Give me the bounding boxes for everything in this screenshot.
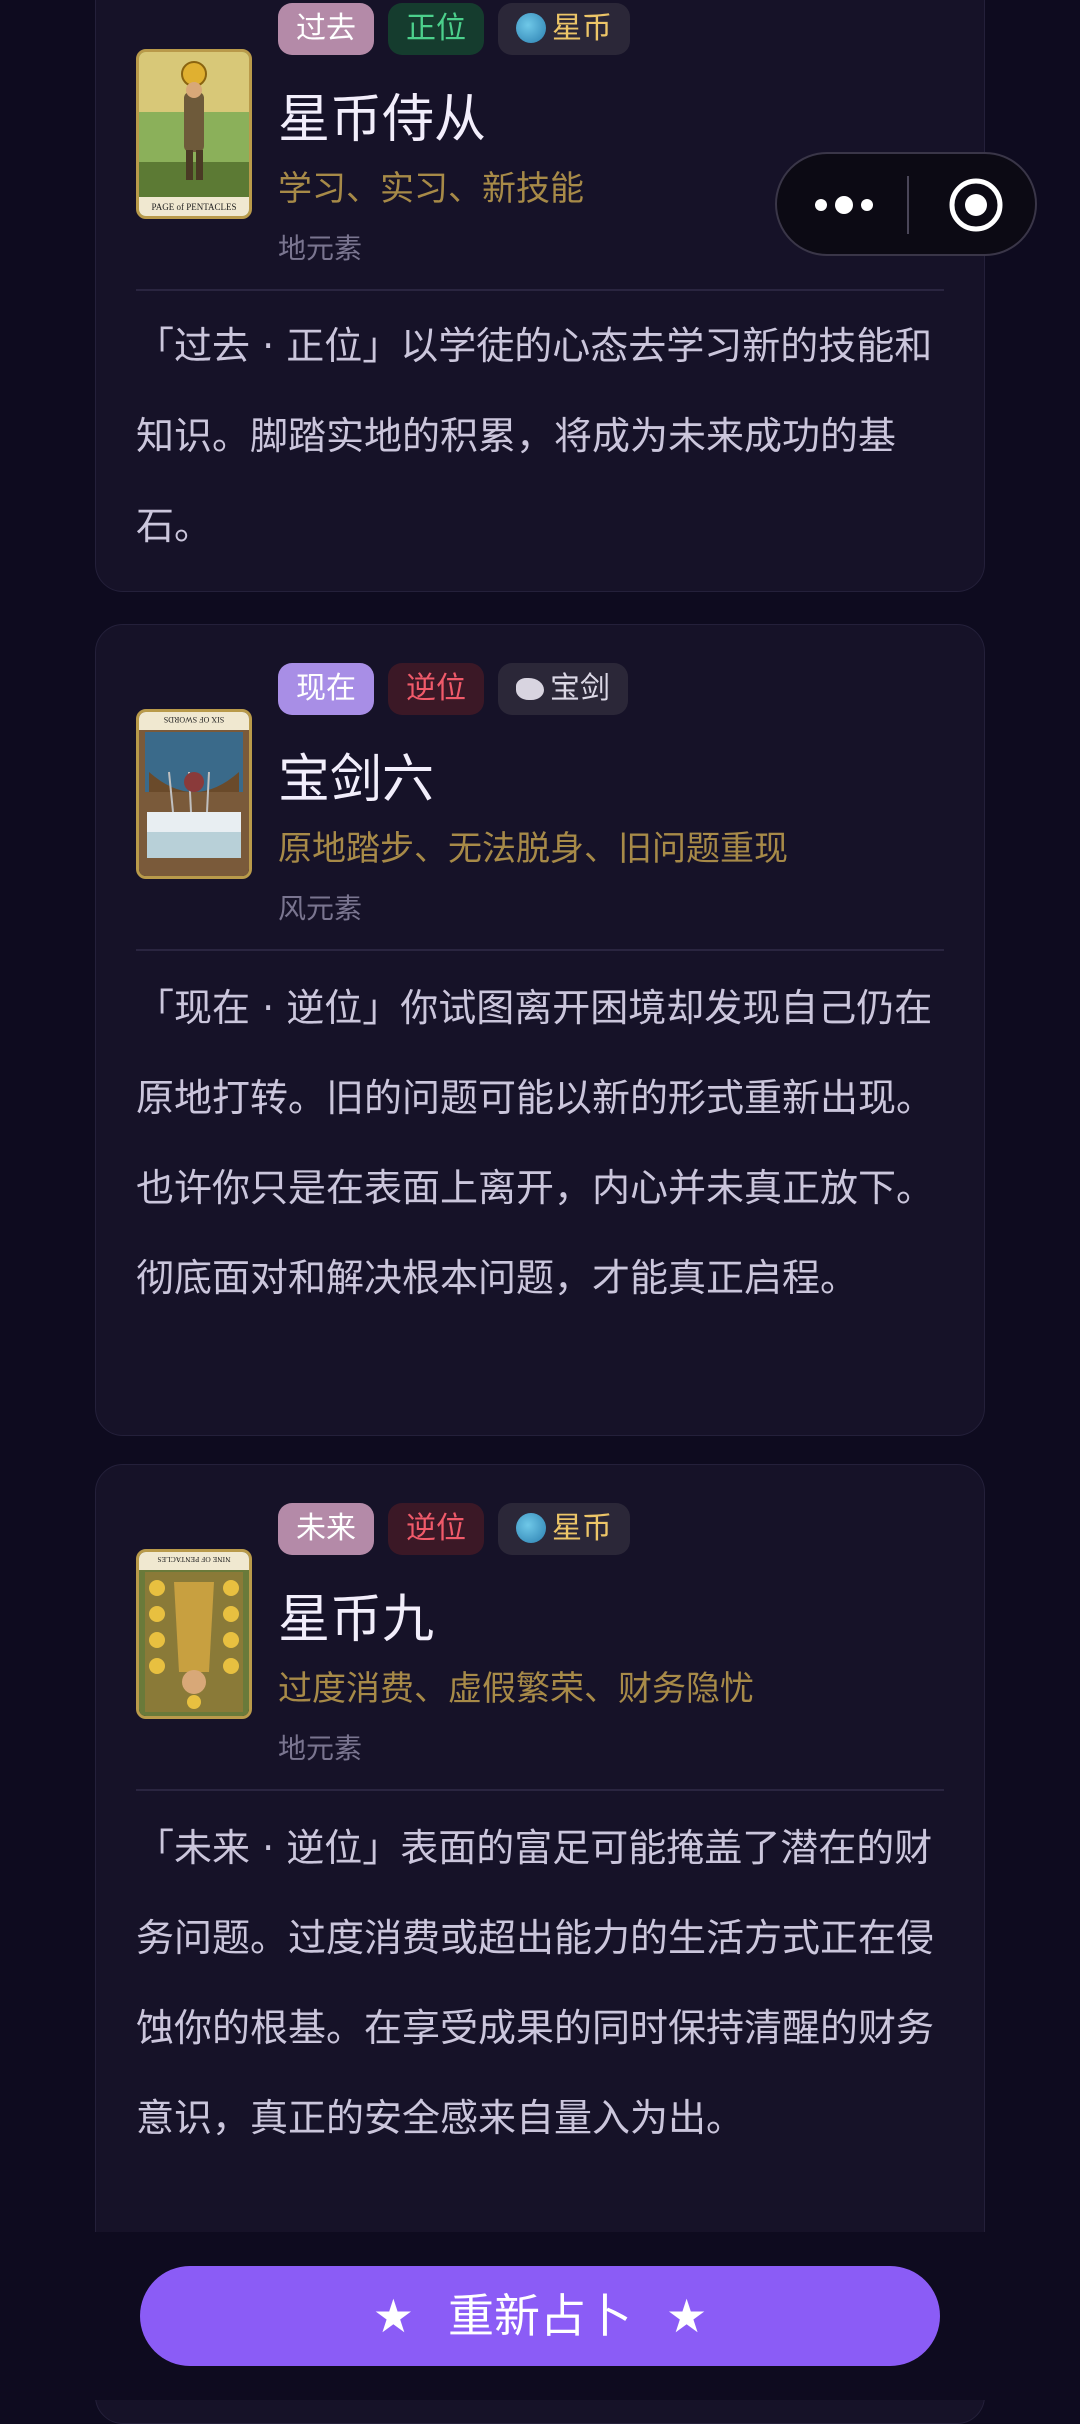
card-element: 地元素 (278, 1732, 363, 1765)
star-icon: ★ (666, 2289, 708, 2343)
divider (136, 949, 944, 951)
period-tag: 未来 (278, 1503, 374, 1555)
suit-tag: 宝剑 (498, 663, 628, 715)
card-name: 星币侍从 (278, 90, 487, 150)
globe-icon (516, 1513, 546, 1543)
card-name: 星币九 (278, 1590, 435, 1650)
tarot-card-image[interactable]: SIX OF SWORDS (136, 709, 252, 879)
card-caption: PAGE of PENTACLES (152, 202, 237, 212)
more-dots-icon[interactable] (809, 182, 879, 228)
suit-label: 星币 (552, 11, 612, 46)
cloud-icon (516, 678, 544, 700)
card-description: 「过去 · 正位」以学徒的心态去学习新的技能和知识。脚踏实地的积累，将成为未来成… (136, 324, 933, 548)
reading-card-present: SIX OF SWORDS 现在 逆位 宝剑 宝剑六 原地踏步、无法脱身、旧问题… (95, 624, 985, 1436)
divider (136, 1789, 944, 1791)
card-keywords: 学习、实习、新技能 (278, 169, 584, 209)
suit-tag: 星币 (498, 1503, 630, 1555)
period-tag: 过去 (278, 3, 374, 55)
card-name: 宝剑六 (278, 750, 435, 810)
capsule-divider (907, 176, 909, 234)
star-icon: ★ (372, 2289, 414, 2343)
redo-reading-button[interactable]: ★ 重新占卜 ★ (140, 2266, 940, 2366)
card-keywords: 原地踏步、无法脱身、旧问题重现 (278, 829, 788, 869)
card-keywords: 过度消费、虚假繁荣、财务隐忧 (278, 1669, 754, 1709)
tarot-card-image[interactable]: PAGE of PENTACLES (136, 49, 252, 219)
divider (136, 289, 944, 291)
card-description: 「现在 · 逆位」你试图离开困境却发现自己仍在原地打转。旧的问题可能以新的形式重… (136, 986, 935, 1300)
card-caption: SIX OF SWORDS (164, 715, 224, 724)
suit-label: 星币 (552, 1511, 612, 1546)
globe-icon (516, 13, 546, 43)
card-description: 「未来 · 逆位」表面的富足可能掩盖了潜在的财务问题。过度消费或超出能力的生活方… (136, 1826, 935, 2140)
suit-tag: 星币 (498, 3, 630, 55)
reading-card-past: PAGE of PENTACLES 过去 正位 星币 星币侍从 学习、实习、新技… (95, 0, 985, 592)
card-caption: NINE OF PENTACLES (157, 1555, 230, 1564)
orientation-tag: 逆位 (388, 1503, 484, 1555)
suit-label: 宝剑 (550, 671, 610, 706)
tarot-card-image[interactable]: NINE OF PENTACLES (136, 1549, 252, 1719)
target-close-icon[interactable] (947, 176, 1005, 234)
card-element: 地元素 (278, 232, 363, 265)
mini-program-capsule (775, 152, 1037, 256)
period-tag: 现在 (278, 663, 374, 715)
orientation-tag: 正位 (388, 3, 484, 55)
redo-button-label: 重新占卜 (448, 2289, 632, 2343)
orientation-tag: 逆位 (388, 663, 484, 715)
card-element: 风元素 (278, 892, 363, 925)
